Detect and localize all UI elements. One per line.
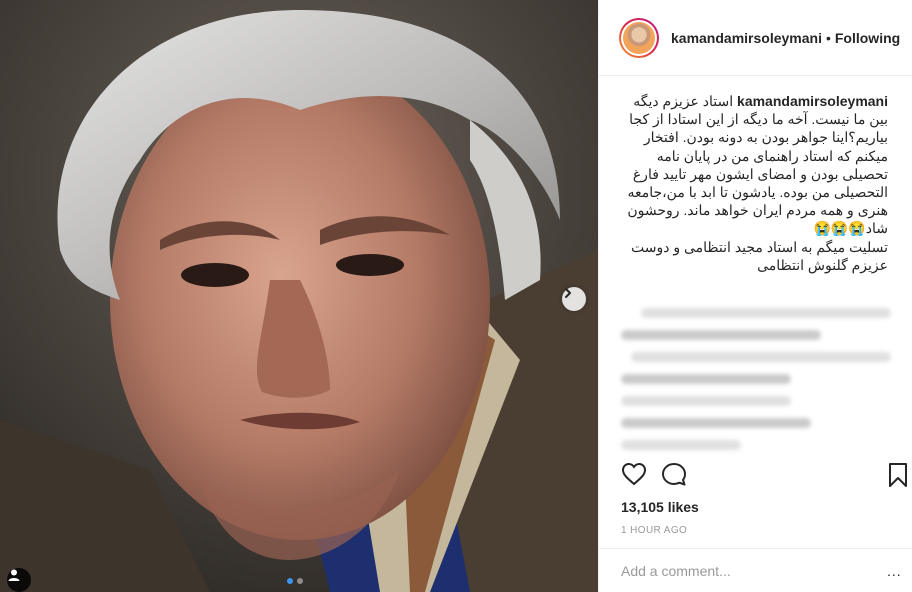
- avatar-image: [623, 21, 655, 54]
- blurred-comment: [621, 330, 821, 341]
- blurred-comment: [621, 396, 791, 407]
- more-options-button[interactable]: ...: [887, 563, 902, 579]
- caption: kamandamirsoleymani استاد عزیزم دیگه بین…: [621, 92, 888, 274]
- blurred-comment: [641, 308, 891, 319]
- blurred-comments: [621, 308, 891, 456]
- portrait-image: [0, 0, 598, 592]
- blurred-comment: [621, 440, 741, 451]
- comment-button[interactable]: [661, 462, 687, 491]
- post-photo[interactable]: [0, 0, 598, 592]
- likes-count[interactable]: 13,105 likes: [621, 499, 699, 515]
- post-timestamp[interactable]: 1 HOUR AGO: [621, 525, 687, 536]
- comment-icon: [662, 463, 686, 486]
- comment-input[interactable]: [621, 563, 871, 579]
- like-button[interactable]: [621, 462, 647, 491]
- caption-text: استاد عزیزم دیگه بین ما نیست. آخه ما دیگ…: [627, 93, 888, 237]
- carousel-indicator: [287, 578, 303, 584]
- caption-area: kamandamirsoleymani استاد عزیزم دیگه بین…: [599, 76, 912, 456]
- post-sidebar: kamandamirsoleymani • Following kamandam…: [598, 0, 912, 592]
- next-photo-button[interactable]: [562, 287, 586, 311]
- separator: •: [825, 29, 831, 46]
- bookmark-icon: [889, 463, 907, 487]
- caption-username[interactable]: kamandamirsoleymani: [737, 93, 888, 109]
- header-text: kamandamirsoleymani • Following: [671, 30, 900, 46]
- bookmark-button[interactable]: [887, 462, 909, 493]
- action-bar: [621, 462, 911, 492]
- carousel-dot: [297, 578, 303, 584]
- carousel-dot-active: [287, 578, 293, 584]
- post-header: kamandamirsoleymani • Following: [599, 0, 912, 76]
- chevron-right-icon: [565, 288, 571, 298]
- comment-bar: ...: [599, 548, 912, 592]
- tagged-users-button[interactable]: [7, 568, 31, 592]
- heart-icon: [621, 462, 647, 486]
- blurred-comment: [621, 418, 811, 429]
- caption-text-2: تسلیت میگم به استاد مجید انتظامی و دوست …: [630, 238, 888, 273]
- username-link[interactable]: kamandamirsoleymani: [671, 30, 822, 46]
- blurred-comment: [631, 352, 891, 363]
- user-tag-icon: [8, 569, 20, 581]
- avatar-ring: [621, 19, 657, 56]
- blurred-comment: [621, 374, 791, 385]
- avatar[interactable]: [619, 17, 659, 58]
- follow-button[interactable]: Following: [835, 30, 900, 46]
